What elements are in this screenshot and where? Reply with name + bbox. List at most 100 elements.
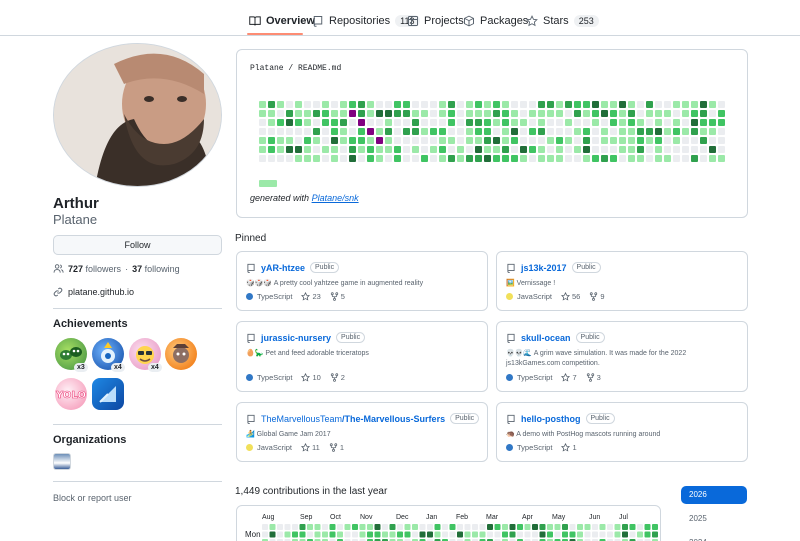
repo-forks[interactable]: 2 — [330, 373, 345, 382]
contribution-day[interactable] — [292, 524, 298, 530]
contribution-day[interactable] — [449, 524, 456, 530]
contribution-day[interactable] — [382, 531, 388, 538]
repo-stars[interactable]: 7 — [561, 373, 577, 382]
contribution-day[interactable] — [577, 524, 583, 530]
contribution-day[interactable] — [494, 524, 501, 530]
contribution-day[interactable] — [562, 524, 568, 530]
contribution-day[interactable] — [607, 531, 613, 538]
contribution-day[interactable] — [359, 531, 366, 538]
contribution-day[interactable] — [442, 531, 448, 538]
year-2025-button[interactable]: 2025 — [681, 510, 747, 528]
contribution-day[interactable] — [517, 524, 523, 530]
repo-stars[interactable]: 10 — [301, 373, 321, 382]
contribution-day[interactable] — [314, 531, 321, 538]
follow-button[interactable]: Follow — [53, 235, 222, 255]
tab-stars[interactable]: Stars 253 — [526, 9, 599, 33]
contribution-day[interactable] — [337, 524, 343, 530]
repo-link[interactable]: js13k-2017 — [521, 263, 567, 273]
repo-stars[interactable]: 56 — [561, 292, 580, 301]
contribution-day[interactable] — [262, 524, 268, 530]
contribution-day[interactable] — [337, 531, 343, 538]
contribution-day[interactable] — [472, 524, 478, 530]
contribution-day[interactable] — [352, 524, 358, 530]
repo-link[interactable]: skull-ocean — [521, 333, 571, 343]
contribution-day[interactable] — [359, 524, 366, 530]
contribution-day[interactable] — [524, 524, 531, 530]
contribution-day[interactable] — [614, 531, 621, 538]
contribution-day[interactable] — [472, 531, 478, 538]
contribution-day[interactable] — [622, 531, 628, 538]
contribution-day[interactable] — [464, 524, 471, 530]
tab-repositories[interactable]: Repositories 113 — [312, 9, 420, 33]
contribution-day[interactable] — [284, 531, 291, 538]
contribution-day[interactable] — [547, 524, 553, 530]
contribution-day[interactable] — [584, 524, 591, 530]
contribution-day[interactable] — [509, 524, 516, 530]
snk-link[interactable]: Platane/snk — [312, 193, 359, 203]
contribution-day[interactable] — [457, 524, 463, 530]
contribution-day[interactable] — [344, 531, 351, 538]
contribution-day[interactable] — [389, 524, 396, 530]
contribution-day[interactable] — [277, 524, 283, 530]
contribution-day[interactable] — [599, 531, 606, 538]
contribution-day[interactable] — [322, 524, 328, 530]
avatar[interactable] — [53, 43, 222, 187]
contribution-day[interactable] — [487, 524, 493, 530]
contribution-day[interactable] — [652, 524, 658, 530]
contribution-day[interactable] — [284, 524, 291, 530]
repo-forks[interactable]: 5 — [330, 292, 345, 301]
contribution-day[interactable] — [449, 531, 456, 538]
contribution-day[interactable] — [554, 524, 561, 530]
badge-arctic-code-vault[interactable] — [92, 378, 124, 410]
contribution-day[interactable] — [532, 524, 538, 530]
contribution-day[interactable] — [404, 524, 411, 530]
year-2024-button[interactable]: 2024 — [681, 534, 747, 541]
contribution-day[interactable] — [554, 531, 561, 538]
contribution-day[interactable] — [299, 531, 306, 538]
repo-link[interactable]: jurassic-nursery — [261, 333, 331, 343]
contribution-day[interactable] — [412, 524, 418, 530]
repo-forks[interactable]: 3 — [586, 373, 601, 382]
repo-link[interactable]: TheMarvellousTeam/The-Marvellous-Surfers — [261, 414, 445, 424]
contribution-day[interactable] — [479, 531, 486, 538]
contribution-day[interactable] — [637, 524, 643, 530]
contribution-day[interactable] — [382, 524, 388, 530]
contribution-day[interactable] — [652, 531, 658, 538]
repo-link[interactable]: hello-posthog — [521, 414, 581, 424]
contribution-day[interactable] — [419, 531, 426, 538]
tab-overview[interactable]: Overview — [249, 9, 315, 33]
contribution-day[interactable] — [352, 531, 358, 538]
contribution-day[interactable] — [614, 524, 621, 530]
followers-link[interactable]: 727 followers — [68, 264, 121, 274]
repo-link[interactable]: yAR-htzee — [261, 263, 305, 273]
contribution-day[interactable] — [434, 524, 441, 530]
contribution-day[interactable] — [367, 531, 373, 538]
contribution-day[interactable] — [502, 531, 508, 538]
contribution-day[interactable] — [569, 524, 576, 530]
contribution-day[interactable] — [547, 531, 553, 538]
contribution-day[interactable] — [509, 531, 516, 538]
contribution-day[interactable] — [644, 531, 651, 538]
repo-stars[interactable]: 23 — [301, 292, 321, 301]
contribution-day[interactable] — [629, 524, 636, 530]
contribution-day[interactable] — [292, 531, 298, 538]
contribution-day[interactable] — [269, 531, 276, 538]
readme-owner-link[interactable]: Platane — [250, 64, 284, 73]
contribution-day[interactable] — [539, 524, 546, 530]
contribution-day[interactable] — [269, 524, 276, 530]
contribution-day[interactable] — [464, 531, 471, 538]
contribution-day[interactable] — [374, 531, 381, 538]
readme-file-link[interactable]: README.md — [298, 64, 341, 73]
contribution-day[interactable] — [307, 531, 313, 538]
contribution-day[interactable] — [532, 531, 538, 538]
contribution-day[interactable] — [637, 531, 643, 538]
contribution-day[interactable] — [277, 531, 283, 538]
contribution-day[interactable] — [434, 531, 441, 538]
badge-starstruck[interactable] — [165, 338, 197, 370]
contribution-day[interactable] — [397, 524, 403, 530]
contribution-day[interactable] — [344, 524, 351, 530]
contribution-day[interactable] — [427, 524, 433, 530]
contribution-day[interactable] — [427, 531, 433, 538]
contribution-day[interactable] — [262, 531, 268, 538]
contribution-day[interactable] — [307, 524, 313, 530]
